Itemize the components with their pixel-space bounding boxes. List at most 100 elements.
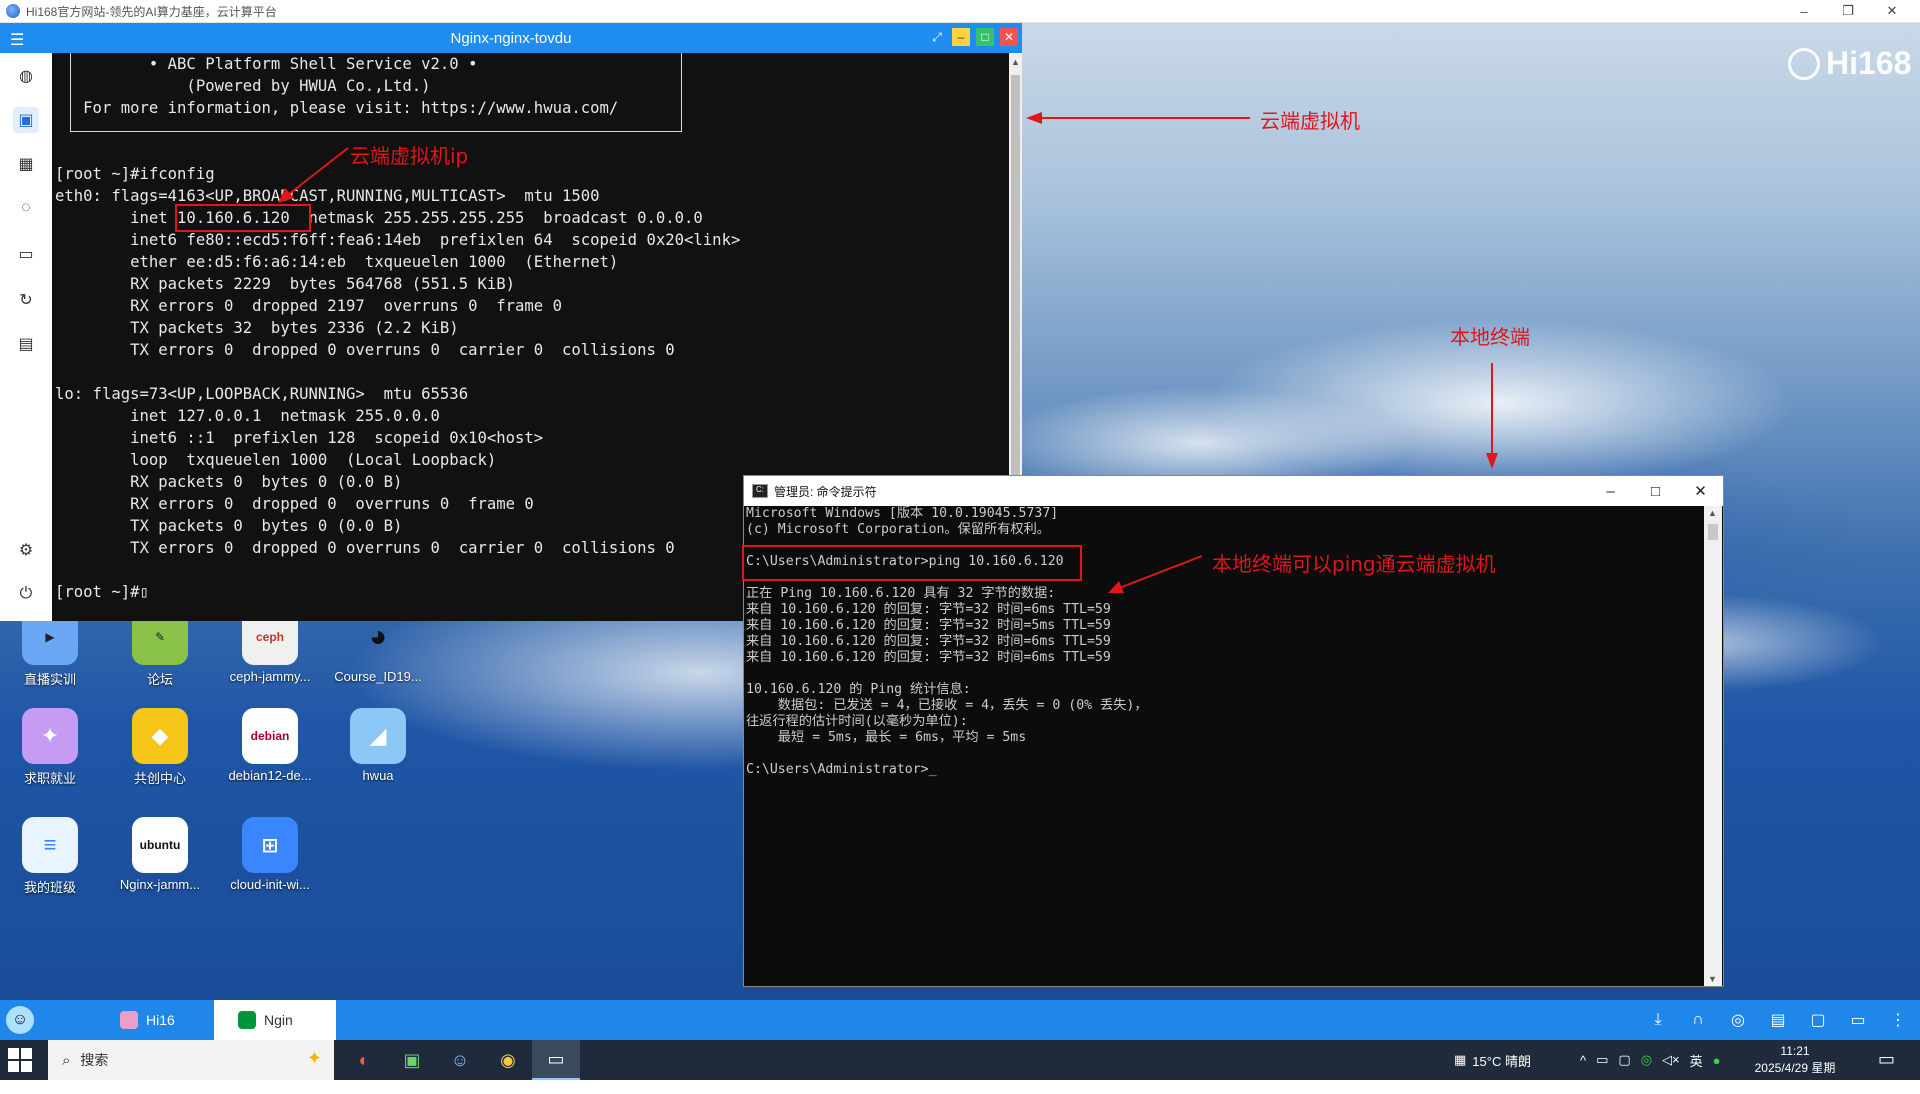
cmd-line: 10.160.6.120 的 Ping 统计信息:: [746, 682, 971, 697]
minimize-button[interactable]: –: [1588, 476, 1633, 506]
terminal-line: RX packets 2229 bytes 564768 (551.5 KiB): [55, 275, 516, 293]
nginx-sidebar: ◍ ▣ ▦ ◌ ▭ ↻ ▤ ⚙ ⏻: [0, 53, 53, 621]
notepad-icon[interactable]: ▣: [388, 1040, 436, 1080]
annotation-arrow-ping: [1108, 555, 1203, 593]
cmd-line: 最短 = 5ms，最长 = 6ms，平均 = 5ms: [746, 730, 1027, 745]
scroll-up-icon[interactable]: ▲: [1011, 57, 1020, 67]
dock-tab-label: Ngin: [264, 1012, 293, 1028]
windows-start-icon[interactable]: [8, 1048, 32, 1072]
highlight-ping-command: [742, 545, 1082, 581]
app-dock: ☺ Hi16 Ngin ⤓ ∩ ◎ ▤ ▢ ▭ ⋮: [0, 1000, 1920, 1040]
annotation-cloud-vm: 云端虚拟机: [1260, 109, 1360, 133]
annotation-vm-ip: 云端虚拟机ip: [350, 144, 469, 168]
terminal-line: RX errors 0 dropped 2197 overruns 0 fram…: [55, 297, 562, 315]
power-icon[interactable]: ⏻: [13, 581, 39, 607]
scrollbar-thumb[interactable]: [1708, 524, 1718, 540]
cmd-titlebar: C: 管理员: 命令提示符 – □ ✕: [744, 476, 1723, 506]
maximize-button[interactable]: □: [1633, 476, 1678, 506]
dock-tab-nginx[interactable]: Ngin: [214, 1000, 336, 1040]
qq-icon[interactable]: ☺: [436, 1040, 484, 1080]
notification-icon[interactable]: ▭: [1878, 1049, 1895, 1070]
chat-icon[interactable]: ▢: [1806, 1008, 1830, 1032]
chevron-up-icon[interactable]: ^: [1580, 1053, 1586, 1068]
monitor-icon[interactable]: ▭: [1846, 1008, 1870, 1032]
volume-icon[interactable]: ◁×: [1662, 1052, 1680, 1068]
maximize-button[interactable]: □: [976, 28, 994, 46]
nginx-window-titlebar: ☰ Nginx-nginx-tovdu ⤢ – □ ✕: [0, 23, 1022, 53]
cmd-window-title: 管理员: 命令提示符: [774, 484, 877, 499]
chrome-icon[interactable]: ◉: [484, 1040, 532, 1080]
hi168-app-icon: [6, 4, 20, 18]
minimize-button[interactable]: –: [1782, 0, 1826, 22]
app-red-icon[interactable]: ◐: [340, 1040, 388, 1080]
qq-start-icon[interactable]: ☺: [6, 1006, 34, 1034]
folder-icon[interactable]: ▭: [13, 241, 39, 267]
dock-tab-hi168[interactable]: Hi16: [96, 1000, 212, 1040]
terminal-line: inet 127.0.0.1 netmask 255.0.0.0: [55, 407, 440, 425]
annotation-ping-ok: 本地终端可以ping通云端虚拟机: [1212, 552, 1496, 576]
apps-icon[interactable]: ▦: [13, 151, 39, 177]
bulb-icon[interactable]: ◌: [13, 195, 39, 221]
search-highlight-icon: ✦: [306, 1048, 322, 1068]
outer-window-titlebar: Hi168官方网站-领先的AI算力基座，云计算平台 – ❐ ✕: [0, 0, 1920, 23]
terminal-line: inet6 fe80::ecd5:f6ff:fea6:14eb prefixle…: [55, 231, 741, 249]
notes-icon[interactable]: ▤: [1766, 1008, 1790, 1032]
hi168-app-icon: [120, 1011, 138, 1029]
display-icon[interactable]: ▢: [1618, 1052, 1630, 1068]
terminal-line: TX packets 32 bytes 2336 (2.2 KiB): [55, 319, 459, 337]
cmd-icon: C:: [752, 484, 768, 498]
cmd-line: 来自 10.160.6.120 的回复: 字节=32 时间=6ms TTL=59: [746, 650, 1111, 665]
terminal-line: inet6 ::1 prefixlen 128 scopeid 0x10<hos…: [55, 429, 544, 447]
cmd-line: 来自 10.160.6.120 的回复: 字节=32 时间=6ms TTL=59: [746, 634, 1111, 649]
windows-taskbar: ⌕ 搜索 ✦ ◐ ▣ ☺ ◉ ▭ ▦ 15°C 晴朗 ^ ▭ ▢ ◎ ◁× 英 …: [0, 1040, 1920, 1092]
close-button[interactable]: ✕: [1870, 0, 1914, 22]
network-icon[interactable]: ▭: [1596, 1052, 1608, 1068]
terminal-line: loop txqueuelen 1000 (Local Loopback): [55, 451, 497, 469]
dock-tab-label: Hi16: [146, 1012, 175, 1028]
nginx-window-title: Nginx-nginx-tovdu: [450, 30, 572, 47]
close-button[interactable]: ✕: [1000, 28, 1018, 46]
more-icon[interactable]: ⋮: [1886, 1008, 1910, 1032]
clock-date: 2025/4/29 星期二: [1754, 1061, 1836, 1092]
cmd-icon[interactable]: ▭: [532, 1040, 580, 1080]
scroll-up-icon[interactable]: ▲: [1708, 508, 1717, 518]
clock[interactable]: 11:21 2025/4/29 星期二: [1750, 1043, 1840, 1094]
cmd-scrollbar[interactable]: ▲ ▼: [1704, 506, 1722, 986]
download-icon[interactable]: ⤓: [1646, 1008, 1670, 1032]
taskbar-search[interactable]: ⌕ 搜索 ✦: [48, 1040, 334, 1080]
cmd-line: [744, 746, 1704, 762]
ime-indicator[interactable]: 英: [1690, 1051, 1703, 1070]
wechat-tray-icon[interactable]: ◎: [1641, 1052, 1652, 1068]
terminal-line: TX errors 0 dropped 0 overruns 0 carrier…: [55, 341, 675, 359]
restore-button[interactable]: ❐: [1826, 0, 1870, 22]
arrowhead-cloud-vm: [1026, 112, 1042, 124]
settings-icon[interactable]: ⚙: [13, 537, 39, 563]
weather-widget[interactable]: ▦ 15°C 晴朗: [1454, 1040, 1531, 1080]
arrow-vm-ip: [283, 147, 349, 199]
headset-icon[interactable]: ∩: [1686, 1008, 1710, 1032]
wechat-icon[interactable]: ◎: [1726, 1008, 1750, 1032]
cmd-line: [744, 666, 1704, 682]
security-icon[interactable]: ●: [1713, 1053, 1721, 1068]
minimize-button[interactable]: –: [952, 28, 970, 46]
cmd-line: (c) Microsoft Corporation。保留所有权利。: [746, 522, 1050, 537]
globe-icon[interactable]: ◍: [13, 63, 39, 89]
search-placeholder: 搜索: [80, 1052, 109, 1068]
arrowhead-vm-ip: [278, 188, 294, 203]
cmd-line: 正在 Ping 10.160.6.120 具有 32 字节的数据:: [746, 586, 1056, 601]
nginx-icon: [238, 1011, 256, 1029]
close-button[interactable]: ✕: [1678, 476, 1723, 506]
fullscreen-icon[interactable]: ⤢: [928, 28, 946, 46]
terminal-icon[interactable]: ▣: [13, 107, 39, 133]
scroll-down-icon[interactable]: ▼: [1708, 974, 1717, 984]
scrollbar-thumb[interactable]: [1011, 75, 1020, 495]
cmd-line: 来自 10.160.6.120 的回复: 字节=32 时间=6ms TTL=59: [746, 602, 1111, 617]
save-icon[interactable]: ▤: [13, 331, 39, 357]
annotation-local-terminal: 本地终端: [1450, 325, 1530, 349]
annotation-arrow-vm-ip: [278, 147, 349, 203]
refresh-icon[interactable]: ↻: [13, 287, 39, 313]
system-tray: ^ ▭ ▢ ◎ ◁× 英 ●: [1580, 1040, 1721, 1080]
arrow-ping: [1113, 555, 1203, 591]
outer-window-title: Hi168官方网站-领先的AI算力基座，云计算平台: [26, 4, 277, 19]
